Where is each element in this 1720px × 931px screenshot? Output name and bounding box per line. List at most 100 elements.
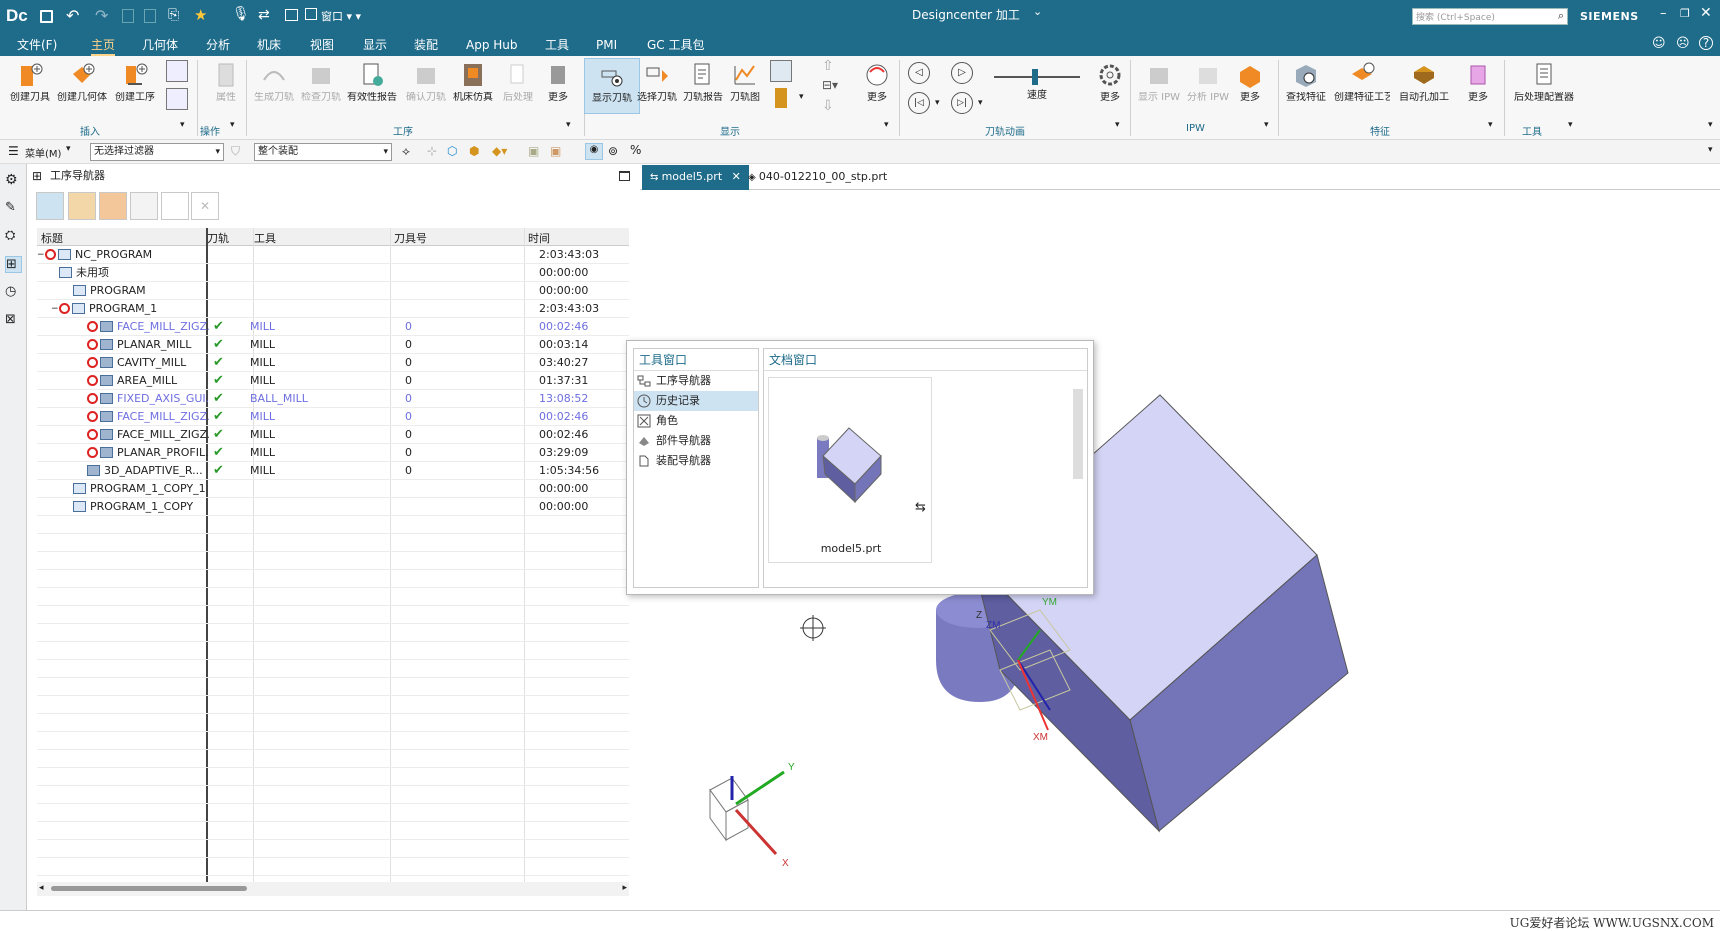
remove-column-icon[interactable]: ✕ — [191, 192, 219, 220]
snap-icon-6[interactable]: ▣ — [528, 144, 539, 158]
ipw-more-button[interactable]: 更多 — [1222, 58, 1278, 114]
menu-geometry[interactable]: 几何体 — [142, 34, 178, 56]
tool-window-operation-navigator[interactable]: 工序导航器 — [634, 371, 758, 391]
group-tools-expand-icon[interactable]: ▾ — [1568, 120, 1573, 130]
group-display-expand-icon[interactable]: ▾ — [884, 120, 889, 130]
window-menu[interactable] — [305, 8, 317, 20]
paste-icon[interactable] — [144, 9, 156, 23]
table-row[interactable]: − PROGRAM_1 2:03:43:03 — [37, 300, 629, 318]
copy-icon[interactable] — [122, 9, 134, 23]
scroll-thumb[interactable] — [51, 886, 247, 891]
table-row[interactable]: FIXED_AXIS_GUI... ✔ BALL_MILL 0 13:08:52 — [37, 390, 629, 408]
menu-file[interactable]: 文件(F) — [17, 34, 57, 56]
machine-tool-view-icon[interactable] — [68, 192, 96, 220]
down-arrow-icon[interactable]: ⇩ — [822, 98, 834, 114]
menu-assembly[interactable]: 装配 — [414, 34, 438, 56]
group-operate-expand-icon[interactable]: ▾ — [230, 120, 235, 130]
snap-icon-7[interactable]: ▣ — [550, 144, 561, 158]
validity-report-button[interactable]: 有效性报告 — [344, 58, 400, 114]
machining-method-view-icon[interactable] — [130, 192, 158, 220]
create-geometry-button[interactable]: 创建几何体 — [54, 58, 110, 114]
hamburger-icon[interactable]: ☰ — [8, 144, 19, 158]
show-hide-icon[interactable]: ◉ — [585, 143, 603, 160]
add-column-icon[interactable] — [161, 192, 189, 220]
toolpath-graph-button[interactable]: 刀轨图 — [717, 58, 773, 114]
scroll-left-icon[interactable]: ◂ — [39, 883, 44, 893]
operation-navigator-icon[interactable]: ⊞ — [5, 256, 22, 273]
table-row[interactable]: 3D_ADAPTIVE_R... ✔ MILL 0 1:05:34:56 — [37, 462, 629, 480]
menu-app-hub[interactable]: App Hub — [466, 34, 518, 56]
geometry-view-icon[interactable] — [99, 192, 127, 220]
feedback-icon[interactable]: ☺ — [1652, 36, 1666, 51]
display-more-button[interactable]: 更多 — [849, 58, 905, 114]
selection-bar-options-icon[interactable]: ▾ — [1708, 145, 1713, 155]
group-operation-expand-icon[interactable]: ▾ — [566, 120, 571, 130]
group-insert-expand-icon[interactable]: ▾ — [180, 120, 185, 130]
step-back-icon[interactable]: ◁ — [908, 62, 930, 84]
favorite-star-icon[interactable]: ★ — [194, 6, 207, 24]
menu-analysis[interactable]: 分析 — [206, 34, 230, 56]
table-row[interactable]: AREA_MILL ✔ MILL 0 01:37:31 — [37, 372, 629, 390]
col-header-tool-number[interactable]: 刀具号 — [394, 230, 427, 246]
snap-icon-5[interactable]: ◆▾ — [492, 144, 507, 158]
collapse-icon[interactable]: − — [37, 246, 45, 264]
table-row[interactable]: PLANAR_PROFIL... ✔ MILL 0 03:29:09 — [37, 444, 629, 462]
menu-machine[interactable]: 机床 — [257, 34, 281, 56]
window-icon[interactable] — [285, 9, 298, 21]
restore-button[interactable]: ❐ — [1680, 7, 1690, 20]
feature-more-button[interactable]: 更多 — [1450, 58, 1506, 114]
help-icon[interactable]: ? — [1699, 36, 1713, 50]
percent-icon[interactable]: % — [630, 143, 641, 157]
snap-icon-4[interactable]: ⬢ — [469, 144, 479, 158]
minimize-button[interactable]: – — [1660, 6, 1667, 21]
col-header-tool[interactable]: 工具 — [254, 230, 276, 246]
speed-slider[interactable] — [994, 69, 1080, 85]
search-icon[interactable]: ⌕ — [1558, 9, 1564, 23]
group-feature-expand-icon[interactable]: ▾ — [1488, 120, 1493, 130]
insert-extra-icon-2[interactable] — [166, 88, 188, 110]
table-row[interactable]: 未用项 00:00:00 — [37, 264, 629, 282]
redo-icon[interactable]: ↷ — [95, 6, 108, 25]
menu-home[interactable]: 主页 — [91, 34, 116, 56]
undo-icon[interactable]: ↶ — [66, 6, 79, 25]
window-title-dropdown-icon[interactable]: ⌄ — [1033, 5, 1042, 18]
table-row[interactable]: PROGRAM_1_COPY_1 00:00:00 — [37, 480, 629, 498]
snap-icon-2[interactable]: ⊹ — [427, 144, 437, 158]
group-animation-expand-icon[interactable]: ▾ — [1115, 120, 1120, 130]
close-button[interactable]: ✕ — [1700, 5, 1712, 21]
display-ipw-button[interactable]: 显示 IPW — [1131, 58, 1187, 114]
tab-040-012210[interactable]: ◈ 040-012210_00_stp.prt — [740, 165, 895, 190]
menu-view[interactable]: 视图 — [310, 34, 334, 56]
type-filter-select[interactable]: 无选择过滤器 — [90, 143, 224, 161]
display-extra-dropdown-icon[interactable]: ▾ — [799, 92, 804, 102]
create-operation-button[interactable]: 创建工序 — [107, 58, 163, 114]
display-extra-icon-2[interactable] — [775, 88, 787, 108]
history-icon[interactable]: ◷ — [5, 284, 22, 301]
menu-tools[interactable]: 工具 — [545, 34, 569, 56]
fast-forward-icon[interactable]: ▷| — [951, 92, 973, 114]
play-icon[interactable]: ▷ — [951, 62, 973, 84]
command-search-input[interactable]: 搜索 (Ctrl+Space) ⌕ — [1412, 8, 1568, 25]
speed-slider-thumb[interactable] — [1032, 69, 1038, 85]
save-icon[interactable] — [40, 10, 53, 23]
view-icon[interactable]: ⊚ — [608, 144, 618, 158]
up-arrow-icon[interactable]: ⇧ — [822, 58, 834, 74]
postprocessor-configurator-button[interactable]: 后处理配置器 — [1512, 58, 1576, 114]
menu-dropdown-arrow-icon[interactable]: ▾ — [66, 144, 71, 154]
layer-icon[interactable]: ⊟▾ — [822, 78, 838, 92]
snap-icon-1[interactable]: ⟡ — [402, 144, 410, 159]
rewind-dropdown-icon[interactable]: ▾ — [935, 98, 940, 108]
tool-window-history[interactable]: 历史记录 — [634, 391, 758, 411]
menu-pmi[interactable]: PMI — [596, 34, 617, 56]
program-order-view-icon[interactable] — [36, 192, 64, 220]
repeat-command-icon[interactable]: ⎘ — [168, 7, 179, 23]
roles-list-icon[interactable]: ⊠ — [5, 312, 22, 329]
document-thumbnail-model5[interactable]: ⇆ model5.prt — [768, 377, 932, 563]
tab-model5[interactable]: ⇆ model5.prt ✕ — [642, 165, 749, 190]
filter-icon[interactable]: ⛉ — [231, 144, 240, 159]
roles-icon[interactable]: ⚙ — [5, 172, 22, 189]
create-feature-process-button[interactable]: 创建特征工艺 — [1334, 58, 1390, 114]
table-row[interactable]: FACE_MILL_ZIGZ... ✔ MILL 0 00:02:46 — [37, 426, 629, 444]
tool-window-part-navigator[interactable]: 部件导航器 — [634, 431, 758, 451]
col-header-time[interactable]: 时间 — [528, 230, 550, 246]
